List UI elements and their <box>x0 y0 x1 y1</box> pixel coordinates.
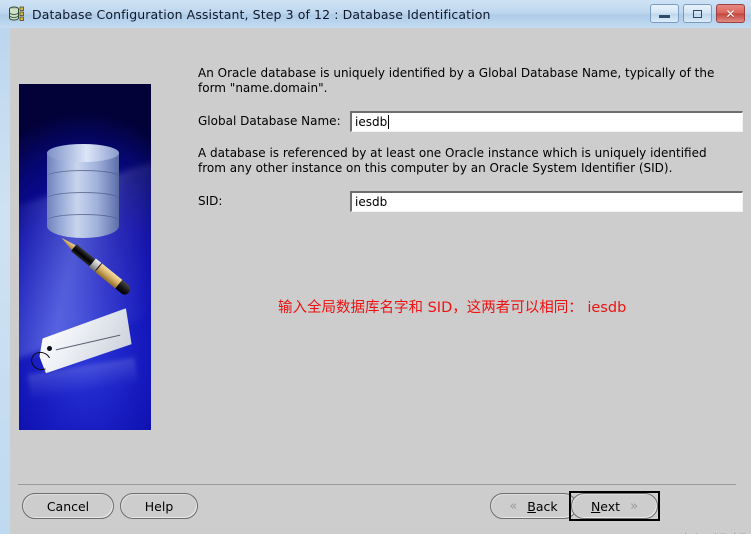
tag-eyelet <box>47 346 52 351</box>
sid-input[interactable]: iesdb <box>350 190 743 212</box>
global-database-name-input[interactable]: iesdb <box>350 110 743 132</box>
maximize-button[interactable] <box>683 4 712 23</box>
next-button[interactable]: Next » <box>571 493 658 519</box>
cylinder-ring-1 <box>47 170 119 183</box>
maximize-icon <box>693 9 702 18</box>
back-label-rest: ack <box>535 498 558 514</box>
next-button-label: Next <box>591 499 620 514</box>
description-paragraph-1: An Oracle database is uniquely identifie… <box>198 66 715 95</box>
application-window: Database Configuration Assistant, Step 3… <box>0 0 751 534</box>
back-mnemonic: B <box>527 498 536 514</box>
cylinder-ring-3 <box>47 214 119 227</box>
cylinder-ring-2 <box>47 192 119 205</box>
help-button[interactable]: Help <box>120 493 198 519</box>
watermark-text: CSDN @随便投投 <box>590 528 750 534</box>
title-bar[interactable]: Database Configuration Assistant, Step 3… <box>0 0 751 28</box>
dialog-client-area: An Oracle database is uniquely identifie… <box>10 28 751 534</box>
next-mnemonic: N <box>590 498 601 514</box>
sid-label: SID: <box>198 194 223 208</box>
minimize-button[interactable] <box>650 4 679 23</box>
description-paragraph-2: A database is referenced by at least one… <box>198 146 707 175</box>
back-button[interactable]: « Back <box>490 493 577 519</box>
sid-value: iesdb <box>355 194 388 209</box>
chevron-right-icon: » <box>630 498 639 514</box>
window-title: Database Configuration Assistant, Step 3… <box>32 6 491 22</box>
footer-separator <box>18 484 736 485</box>
close-button[interactable]: ✕ <box>716 4 745 23</box>
annotation-text: 输入全局数据库名字和 SID，这两者可以相同： iesdb <box>278 300 627 316</box>
banner-graphic <box>19 84 151 430</box>
global-database-name-label: Global Database Name: <box>198 114 341 128</box>
database-icon <box>8 5 26 23</box>
cylinder-top <box>47 144 119 162</box>
close-icon: ✕ <box>725 6 736 21</box>
text-caret <box>388 114 390 129</box>
window-controls: ✕ <box>650 4 745 23</box>
global-database-name-row: Global Database Name: iesdb <box>198 110 743 132</box>
database-cylinder-graphic <box>47 144 119 242</box>
cancel-button[interactable]: Cancel <box>22 493 114 519</box>
back-button-label: Back <box>527 499 557 514</box>
global-database-name-value: iesdb <box>355 114 388 129</box>
chevron-left-icon: « <box>509 498 518 514</box>
next-label-rest: ext <box>600 498 621 514</box>
sid-row: SID: iesdb <box>198 190 743 212</box>
content-pane: An Oracle database is uniquely identifie… <box>198 66 743 212</box>
minimize-icon <box>659 15 670 18</box>
